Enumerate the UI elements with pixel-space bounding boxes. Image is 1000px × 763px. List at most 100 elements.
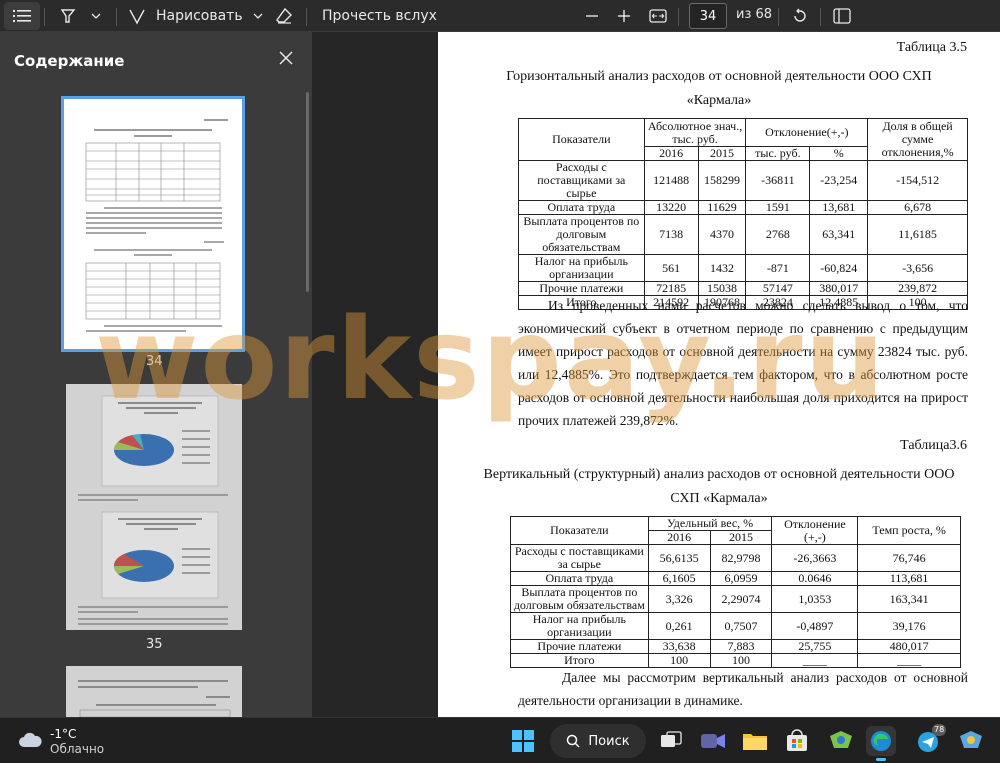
table-header-cell: 2015 [709, 530, 773, 545]
table-row: Прочие платежи 33,638 7,883 25,755 480,0… [510, 639, 961, 654]
store-bag-icon [787, 729, 807, 751]
weather-widget[interactable]: -1°C Облачно [18, 726, 138, 758]
table-header-cell: Доля в общей сумме отклонения,% [867, 118, 968, 161]
edge-app-button[interactable] [866, 726, 896, 761]
table-row: Налог на прибыль организации 561 1432 -8… [518, 254, 968, 282]
draw-label: Нарисовать [156, 8, 243, 24]
file-explorer-button[interactable] [740, 726, 770, 756]
table-header-cell: 2016 [647, 530, 711, 545]
table-row: Выплата процентов по долговым обязательс… [510, 585, 961, 613]
task-view-button[interactable] [656, 726, 686, 756]
close-icon [279, 51, 293, 65]
store-app-button[interactable] [782, 726, 812, 756]
taskbar-search-button[interactable]: Поиск [550, 724, 646, 758]
read-aloud-label: Прочесть вслух [322, 8, 437, 24]
table1-title-line1: Горизонтальный анализ расходов от основн… [506, 69, 932, 84]
search-label: Поиск [588, 733, 630, 749]
horizontal-analysis-table: Показатели Абсолютное знач., тыс. руб. О… [518, 118, 968, 310]
table-cell: -154,512 [867, 160, 968, 201]
page-thumbnail-36[interactable] [66, 666, 242, 717]
page-thumbnail-35[interactable] [66, 384, 242, 630]
page-number-input[interactable]: 34 [689, 3, 727, 29]
table-cell: 13220 [643, 200, 699, 215]
page-thumbnail-34[interactable] [61, 96, 245, 352]
paragraph-analysis-conclusion: Из проведенных нами расчетов можно сдела… [518, 298, 968, 428]
notification-badge: 78 [932, 724, 947, 736]
table-cell: Выплата процентов по долговым обязательс… [518, 214, 645, 255]
contents-toggle-button[interactable] [4, 2, 40, 30]
table-cell: 6,0959 [709, 571, 773, 586]
table-header-cell: Показатели [510, 516, 649, 545]
fit-width-icon [649, 9, 667, 23]
table-row: Расходы с поставщиками за сырье 56,6135 … [510, 544, 961, 572]
table-cell: Оплата труда [518, 200, 645, 215]
table-header-cell: Показатели [518, 118, 645, 161]
read-aloud-button[interactable]: Прочесть вслух [322, 2, 437, 30]
rotate-button[interactable] [786, 2, 814, 30]
table-cell: 25,755 [771, 639, 859, 654]
sidebar-scrollbar[interactable] [306, 92, 309, 292]
table-cell: -0,4897 [771, 612, 859, 640]
table-cell: -871 [745, 254, 811, 282]
table-cell: 480,017 [857, 639, 961, 654]
table-row: Оплата труда 13220 11629 1591 13,681 6,6… [518, 200, 968, 215]
chevron-down-icon [91, 13, 101, 19]
browser-icon [960, 731, 982, 748]
plus-icon [618, 10, 630, 22]
contents-sidebar: Содержание 34 35 [0, 32, 312, 717]
table-cell: 76,746 [857, 544, 961, 572]
folder-icon [743, 734, 767, 750]
table-cell: -36811 [745, 160, 811, 201]
telegram-app-button[interactable]: 78 [914, 724, 947, 756]
table-cell: 7,883 [709, 639, 773, 654]
chevron-down-icon [253, 13, 263, 19]
table-cell: 82,9798 [709, 544, 773, 572]
table-cell: 2768 [745, 214, 811, 255]
table-cell: 158299 [697, 160, 747, 201]
table-cell: 0,261 [647, 612, 711, 640]
table1-title-line2: «Кармала» [686, 93, 752, 108]
table-cell: Расходы с поставщиками за сырье [510, 544, 649, 572]
table-cell: 561 [643, 254, 699, 282]
table-header-cell: Отклонение(+,-) [745, 118, 869, 147]
chrome-app-button[interactable] [826, 726, 856, 756]
pdf-reader-window: Нарисовать Прочесть вслух 34 из 68 Содер… [0, 0, 1000, 763]
start-button[interactable] [508, 726, 538, 756]
minus-icon [586, 15, 598, 17]
table-cell: 0,7507 [709, 612, 773, 640]
table-cell: Налог на прибыль организации [510, 612, 649, 640]
zoom-in-button[interactable] [610, 2, 638, 30]
paragraph-next-analysis: Далее мы рассмотрим вертикальный анализ … [518, 670, 968, 708]
table-cell: Расходы с поставщиками за сырье [518, 160, 645, 201]
rotate-icon [794, 8, 806, 22]
chrome-profile-app-button[interactable] [956, 726, 986, 756]
table-header-cell: Отклонение (+,-) [771, 516, 859, 545]
close-sidebar-button[interactable] [276, 48, 296, 68]
table-cell: -23,254 [809, 160, 869, 201]
draw-dropdown[interactable] [244, 2, 272, 30]
zoom-out-button[interactable] [578, 2, 606, 30]
pen-icon [129, 9, 145, 25]
fit-width-button[interactable] [644, 2, 672, 30]
table-cell: 11629 [697, 200, 747, 215]
highlight-button[interactable] [54, 2, 82, 30]
table-cell: 3,326 [647, 585, 711, 613]
thumbnail-label-35: 35 [146, 637, 163, 652]
table-cell: 1591 [745, 200, 811, 215]
eraser-button[interactable] [270, 2, 298, 30]
page-view-button[interactable] [828, 2, 856, 30]
windows-taskbar: -1°C Облачно Поиск 78 [0, 717, 1000, 763]
teams-app-button[interactable] [698, 726, 728, 756]
table-cell: 13,681 [809, 200, 869, 215]
table-row: Выплата процентов по долговым обязательс… [518, 214, 968, 255]
highlight-dropdown[interactable] [82, 2, 110, 30]
list-icon [13, 10, 31, 22]
table2-title-line2: СХП «Кармала» [670, 491, 768, 506]
table-header-cell: 2016 [643, 146, 699, 161]
table-header-cell: % [809, 146, 869, 161]
table-cell: 6,678 [867, 200, 968, 215]
page-view-icon [833, 8, 851, 24]
table2-caption: Таблица3.6 [900, 438, 967, 453]
table-cell: 113,681 [857, 571, 961, 586]
draw-button[interactable]: Нарисовать [128, 2, 243, 30]
